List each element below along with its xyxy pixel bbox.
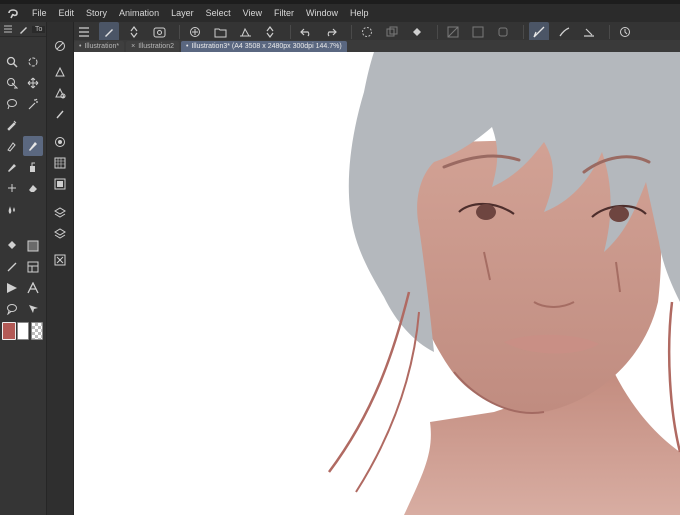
eye-right-iris bbox=[609, 206, 629, 222]
hair-strand-3 bbox=[667, 301, 680, 453]
undo-icon[interactable] bbox=[296, 22, 316, 42]
pen-icon[interactable] bbox=[2, 136, 22, 156]
pen-tool-icon[interactable] bbox=[99, 22, 119, 42]
toolbar-divider bbox=[179, 25, 180, 39]
tab-illustration2[interactable]: × Illustration2 bbox=[126, 41, 179, 52]
toolbar-divider bbox=[523, 25, 524, 39]
clear-selection-icon[interactable] bbox=[443, 22, 463, 42]
lasso-icon[interactable] bbox=[2, 94, 22, 114]
sub-tool-bar bbox=[47, 22, 74, 515]
updown-arrows-icon-2[interactable] bbox=[260, 22, 280, 42]
decoration-icon[interactable] bbox=[2, 178, 22, 198]
sub-color-swatch[interactable] bbox=[17, 322, 29, 340]
layer-search-icon[interactable] bbox=[50, 83, 70, 103]
figure-icon[interactable] bbox=[2, 257, 22, 277]
ruler-icon[interactable] bbox=[2, 278, 22, 298]
zoom-reset-icon[interactable] bbox=[50, 36, 70, 56]
layer-property-icon[interactable] bbox=[50, 62, 70, 82]
document-tab-bar: • Illustration* × Illustration2 • Illustrat… bbox=[74, 40, 680, 52]
tab-illustration[interactable]: • Illustration* bbox=[74, 41, 125, 52]
menu-bar: File Edit Story Animation Layer Select V… bbox=[0, 4, 680, 22]
image-view-icon[interactable] bbox=[149, 22, 169, 42]
tab-modified-marker: • bbox=[79, 43, 82, 50]
pencil-icon bbox=[20, 27, 27, 34]
color-wheel-icon[interactable] bbox=[50, 132, 70, 152]
brush-size-icon[interactable] bbox=[50, 104, 70, 124]
fill-icon[interactable] bbox=[2, 236, 22, 256]
fill-bucket-icon[interactable] bbox=[407, 22, 427, 42]
brush-stabilizer-icon[interactable] bbox=[554, 22, 574, 42]
new-canvas-icon[interactable] bbox=[185, 22, 205, 42]
toolbar-divider bbox=[437, 25, 438, 39]
invert-selection-icon[interactable] bbox=[468, 22, 488, 42]
blend-icon[interactable] bbox=[2, 199, 22, 219]
tab-label: Illustration* bbox=[84, 43, 120, 50]
tool-palette-header: To bbox=[0, 22, 46, 37]
toolbar-divider bbox=[609, 25, 610, 39]
eye-left-iris bbox=[476, 204, 496, 220]
correct-line-icon[interactable] bbox=[23, 299, 43, 319]
toolbar-divider bbox=[351, 25, 352, 39]
move-icon[interactable] bbox=[23, 73, 43, 93]
menu-story[interactable]: Story bbox=[80, 4, 113, 22]
balloon-icon[interactable] bbox=[2, 299, 22, 319]
menu-animation[interactable]: Animation bbox=[113, 4, 165, 22]
tab-label: Illustration2 bbox=[138, 43, 174, 50]
airbrush-icon[interactable] bbox=[23, 157, 43, 177]
drawing-canvas[interactable] bbox=[74, 52, 680, 515]
menu-edit[interactable]: Edit bbox=[53, 4, 81, 22]
magic-wand-icon[interactable] bbox=[23, 94, 43, 114]
menu-file[interactable]: File bbox=[26, 4, 53, 22]
menu-filter[interactable]: Filter bbox=[268, 4, 300, 22]
navigator-icon[interactable] bbox=[50, 250, 70, 270]
tab-modified-marker: • bbox=[185, 43, 189, 50]
eyedropper-icon[interactable] bbox=[2, 115, 22, 135]
frame-border-icon[interactable] bbox=[23, 257, 43, 277]
stroke-snap-icon[interactable] bbox=[529, 22, 549, 42]
redo-icon[interactable] bbox=[321, 22, 341, 42]
menu-lines-icon[interactable] bbox=[3, 25, 13, 33]
tab-close-icon[interactable]: × bbox=[131, 43, 135, 50]
menu-window[interactable]: Window bbox=[300, 4, 344, 22]
menu-layer[interactable]: Layer bbox=[165, 4, 200, 22]
eraser-icon[interactable] bbox=[23, 178, 43, 198]
app-logo-icon[interactable] bbox=[0, 4, 26, 22]
menu-select[interactable]: Select bbox=[200, 4, 237, 22]
tool-palette-label: To bbox=[32, 25, 46, 33]
zoom-icon[interactable] bbox=[2, 52, 22, 72]
intermediate-color-icon[interactable] bbox=[50, 174, 70, 194]
object-select-icon[interactable] bbox=[2, 73, 22, 93]
open-folder-icon[interactable] bbox=[210, 22, 230, 42]
ruler-snap-icon[interactable] bbox=[579, 22, 599, 42]
settings-gear-icon[interactable] bbox=[615, 22, 635, 42]
menu-view[interactable]: View bbox=[237, 4, 268, 22]
loading-icon[interactable] bbox=[357, 22, 377, 42]
save-icon[interactable] bbox=[235, 22, 255, 42]
brush-icon[interactable] bbox=[23, 136, 43, 156]
toolbar-divider bbox=[290, 25, 291, 39]
transparent-color-swatch[interactable] bbox=[31, 322, 43, 340]
tab-label: Illustration3* (A4 3508 x 2480px 300dpi … bbox=[191, 43, 342, 50]
selection-border-icon[interactable] bbox=[493, 22, 513, 42]
tab-illustration3[interactable]: • Illustration3* (A4 3508 x 2480px 300dpi… bbox=[180, 41, 347, 52]
canvas-artwork bbox=[327, 52, 680, 515]
copy-layer-icon[interactable] bbox=[382, 22, 402, 42]
menu-help[interactable]: Help bbox=[344, 4, 375, 22]
hair-strand-1 bbox=[327, 291, 411, 473]
layers-search-icon[interactable] bbox=[50, 202, 70, 222]
hair-strand-2 bbox=[355, 311, 420, 493]
updown-arrows-icon[interactable] bbox=[124, 22, 144, 42]
color-set-icon[interactable] bbox=[50, 153, 70, 173]
tool-palette: To bbox=[0, 22, 47, 515]
menu-toggle-icon[interactable] bbox=[74, 22, 94, 42]
main-color-swatch[interactable] bbox=[2, 322, 16, 340]
layers-icon[interactable] bbox=[50, 223, 70, 243]
gradient-icon[interactable] bbox=[23, 236, 43, 256]
pencil-tool-icon[interactable] bbox=[2, 157, 22, 177]
rotate-icon[interactable] bbox=[23, 52, 43, 72]
text-icon[interactable] bbox=[23, 278, 43, 298]
